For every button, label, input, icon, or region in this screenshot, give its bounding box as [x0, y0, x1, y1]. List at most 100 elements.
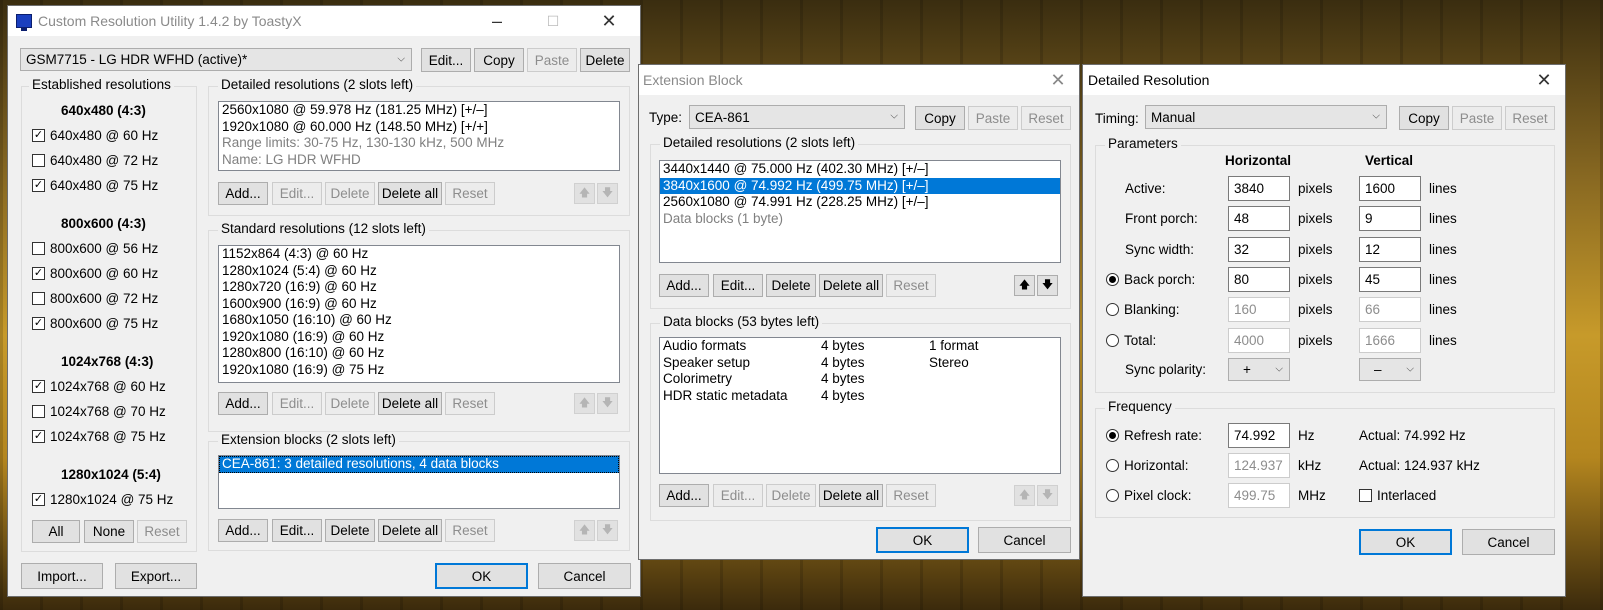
ext-data-delete-button[interactable]: Delete [766, 484, 816, 507]
ext-edit-button[interactable]: Edit... [713, 274, 763, 297]
pixel-clock-field[interactable]: 499.75 [1228, 483, 1290, 508]
param-radio[interactable]: Back porch: [1106, 272, 1195, 287]
minimize-button[interactable]: – [474, 6, 520, 36]
param-h-field[interactable]: 4000 [1228, 327, 1290, 353]
ext-reset-button[interactable]: Reset [1021, 106, 1071, 130]
established-resolution-checkbox[interactable]: ✓ 1024x768 @ 60 Hz [32, 379, 166, 394]
ext-data-down-icon[interactable]: 🡇 [1037, 485, 1058, 506]
type-select[interactable]: CEA-861 ⌵ [689, 105, 905, 129]
established-resolution-checkbox[interactable]: 640x480 @ 72 Hz [32, 153, 158, 168]
ext-data-delete-all-button[interactable]: Delete all [819, 484, 883, 507]
refresh-rate-radio[interactable]: Refresh rate: [1106, 428, 1202, 443]
ext-delete-all-button[interactable]: Delete all [819, 274, 883, 297]
param-v-field[interactable]: 45 [1359, 266, 1421, 292]
param-v-field[interactable]: 1666 [1359, 327, 1421, 353]
param-h-field[interactable]: 3840 [1228, 176, 1290, 201]
established-resolution-checkbox[interactable]: ✓ 640x480 @ 60 Hz [32, 128, 158, 143]
established-resolution-checkbox[interactable]: ✓ 1280x1024 @ 75 Hz [32, 492, 173, 507]
data-block-row[interactable]: Speaker setup 4 bytes Stereo [660, 355, 1060, 372]
detail-cancel-button[interactable]: Cancel [1462, 529, 1555, 555]
detailed-delete-button[interactable]: Delete [325, 182, 375, 205]
established-resolution-checkbox[interactable]: ✓ 640x480 @ 75 Hz [32, 178, 158, 193]
standard-resolution-item[interactable]: 1600x900 (16:9) @ 60 Hz [219, 296, 619, 313]
standard-reset-button[interactable]: Reset [445, 392, 495, 415]
ext-move-down-icon[interactable]: 🡇 [1037, 275, 1058, 296]
established-resolution-checkbox[interactable]: 800x600 @ 72 Hz [32, 291, 158, 306]
extension-blocks-list[interactable]: CEA-861: 3 detailed resolutions, 4 data … [218, 455, 620, 509]
param-v-field[interactable]: 9 [1359, 206, 1421, 232]
detailed-resolutions-list[interactable]: 2560x1080 @ 59.978 Hz (181.25 MHz) [+/–]… [218, 101, 620, 171]
extension-down-icon[interactable]: 🡇 [597, 520, 618, 541]
ext-ok-button[interactable]: OK [876, 527, 969, 553]
extension-up-icon[interactable]: 🡅 [574, 520, 595, 541]
ext-detailed-item[interactable]: Data blocks (1 byte) [660, 211, 1060, 228]
standard-up-icon[interactable]: 🡅 [574, 393, 595, 414]
detail-ok-button[interactable]: OK [1359, 529, 1452, 555]
detail-paste-button[interactable]: Paste [1452, 106, 1502, 130]
maximize-button[interactable]: ☐ [530, 6, 576, 36]
ext-close-button[interactable]: ✕ [1035, 65, 1081, 95]
horizontal-freq-field[interactable]: 124.937 [1228, 453, 1290, 478]
detailed-reset-button[interactable]: Reset [445, 182, 495, 205]
detail-copy-button[interactable]: Copy [1399, 106, 1449, 130]
data-block-row[interactable]: HDR static metadata 4 bytes [660, 388, 1060, 405]
none-button[interactable]: None [84, 520, 134, 543]
cancel-button[interactable]: Cancel [538, 563, 631, 589]
standard-delete-all-button[interactable]: Delete all [378, 392, 442, 415]
standard-resolution-item[interactable]: 1152x864 (4:3) @ 60 Hz [219, 246, 619, 263]
extension-reset-button[interactable]: Reset [445, 519, 495, 542]
move-down-icon[interactable]: 🡇 [597, 183, 618, 204]
pixel-clock-radio[interactable]: Pixel clock: [1106, 488, 1192, 503]
standard-resolution-item[interactable]: 1920x1080 (16:9) @ 75 Hz [219, 362, 619, 379]
refresh-rate-field[interactable]: 74.992 [1228, 423, 1290, 448]
close-button[interactable]: ✕ [586, 6, 632, 36]
ok-button[interactable]: OK [435, 563, 528, 589]
ext-data-edit-button[interactable]: Edit... [713, 484, 763, 507]
param-h-field[interactable]: 160 [1228, 297, 1290, 323]
export-button[interactable]: Export... [115, 563, 197, 589]
detailed-resolution-item[interactable]: Range limits: 30-75 Hz, 130-130 kHz, 500… [219, 135, 619, 152]
param-h-field[interactable]: 80 [1228, 266, 1290, 292]
import-button[interactable]: Import... [21, 563, 103, 589]
ext-reset2-button[interactable]: Reset [886, 274, 936, 297]
all-button[interactable]: All [32, 520, 80, 543]
standard-edit-button[interactable]: Edit... [272, 392, 322, 415]
extension-delete-all-button[interactable]: Delete all [378, 519, 442, 542]
detailed-resolution-item[interactable]: 1920x1080 @ 60.000 Hz (148.50 MHz) [+/+] [219, 119, 619, 136]
established-resolution-checkbox[interactable]: ✓ 800x600 @ 60 Hz [32, 266, 158, 281]
ext-paste-button[interactable]: Paste [968, 106, 1018, 130]
standard-resolution-item[interactable]: 1280x720 (16:9) @ 60 Hz [219, 279, 619, 296]
detailed-edit-button[interactable]: Edit... [272, 182, 322, 205]
param-h-field[interactable]: 32 [1228, 236, 1290, 262]
param-h-field[interactable]: 48 [1228, 206, 1290, 232]
standard-add-button[interactable]: Add... [218, 392, 268, 415]
interlaced-checkbox[interactable]: Interlaced [1359, 488, 1436, 503]
sync-v-select[interactable]: – ⌵ [1359, 358, 1421, 381]
standard-resolution-item[interactable]: 1280x800 (16:10) @ 60 Hz [219, 345, 619, 362]
established-resolution-checkbox[interactable]: ✓ 800x600 @ 75 Hz [32, 316, 158, 331]
ext-detailed-item[interactable]: 2560x1080 @ 74.991 Hz (228.25 MHz) [+/–] [660, 194, 1060, 211]
established-resolution-checkbox[interactable]: ✓ 1024x768 @ 75 Hz [32, 429, 166, 444]
standard-down-icon[interactable]: 🡇 [597, 393, 618, 414]
detailed-add-button[interactable]: Add... [218, 182, 268, 205]
param-radio[interactable]: Total: [1106, 333, 1156, 348]
ext-move-up-icon[interactable]: 🡅 [1014, 275, 1035, 296]
reset-established-button[interactable]: Reset [137, 520, 187, 543]
ext-data-blocks-list[interactable]: Audio formats 4 bytes 1 format Speaker setu… [659, 337, 1061, 474]
detailed-delete-all-button[interactable]: Delete all [378, 182, 442, 205]
ext-detailed-item[interactable]: 3840x1600 @ 74.992 Hz (499.75 MHz) [+/–] [660, 177, 1060, 194]
copy-button[interactable]: Copy [474, 48, 524, 72]
extension-add-button[interactable]: Add... [218, 519, 268, 542]
monitor-select[interactable]: GSM7715 - LG HDR WFHD (active)* ⌵ [20, 48, 412, 71]
param-v-field[interactable]: 12 [1359, 236, 1421, 262]
standard-resolution-item[interactable]: 1280x1024 (5:4) @ 60 Hz [219, 263, 619, 280]
ext-data-add-button[interactable]: Add... [659, 484, 709, 507]
standard-resolutions-list[interactable]: 1152x864 (4:3) @ 60 Hz 1280x1024 (5:4) @ … [218, 245, 620, 383]
extension-delete-button[interactable]: Delete [325, 519, 375, 542]
ext-detailed-list[interactable]: 3440x1440 @ 75.000 Hz (402.30 MHz) [+/–]… [659, 160, 1061, 263]
timing-select[interactable]: Manual ⌵ [1145, 105, 1387, 129]
established-resolution-checkbox[interactable]: 1024x768 @ 70 Hz [32, 404, 166, 419]
data-block-row[interactable]: Audio formats 4 bytes 1 format [660, 338, 1060, 355]
param-v-field[interactable]: 66 [1359, 297, 1421, 323]
ext-data-up-icon[interactable]: 🡅 [1014, 485, 1035, 506]
